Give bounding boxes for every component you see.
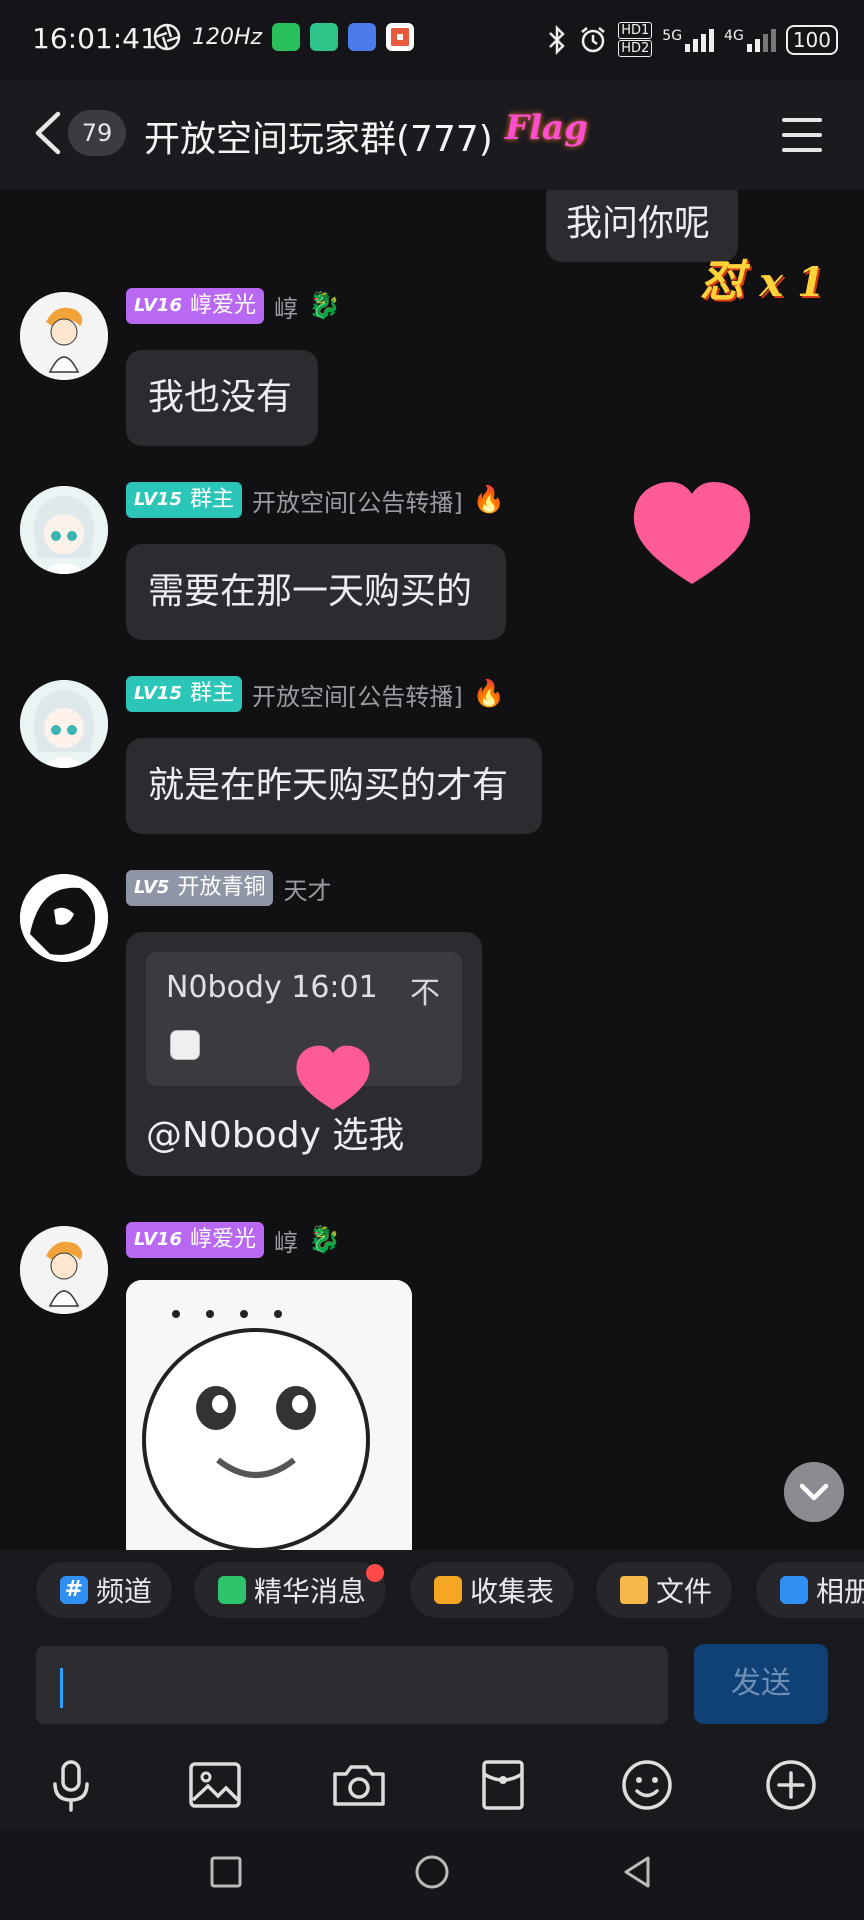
record-app-icon: [386, 23, 415, 51]
level-badge: LV15 群主: [126, 676, 242, 712]
hash-icon: #: [60, 1576, 88, 1604]
microphone-icon[interactable]: [40, 1754, 102, 1816]
back-icon[interactable]: [618, 1852, 658, 1892]
bluetooth-icon: [549, 24, 565, 55]
sender-name[interactable]: 开放空间[公告转播]: [252, 483, 463, 518]
file-chip[interactable]: 文件: [596, 1562, 733, 1618]
text-caret: [60, 1668, 63, 1708]
refresh-rate: 120Hz: [192, 24, 263, 50]
alarm-icon: [581, 26, 605, 52]
avatar[interactable]: [20, 874, 108, 962]
sticker-image[interactable]: [126, 1280, 412, 1550]
send-button[interactable]: 发送: [694, 1644, 828, 1724]
recent-apps-icon[interactable]: [206, 1852, 246, 1892]
quote-sender: N0body 16:01: [166, 970, 378, 1005]
message-input[interactable]: [36, 1646, 668, 1724]
gallery-app-icon: [348, 23, 377, 51]
avatar[interactable]: [20, 292, 108, 380]
wechat-icon: [272, 23, 301, 51]
fire-icon: 🔥: [472, 679, 506, 709]
message-app-icon: [310, 23, 339, 51]
clipboard-icon: [434, 1576, 462, 1604]
channel-chip[interactable]: # 频道: [36, 1562, 173, 1618]
quick-tools-bar: # 频道 精华消息 收集表 文件 相册: [0, 1550, 864, 1630]
status-time: 16:01:41: [32, 22, 158, 55]
fire-icon: 🔥: [472, 485, 506, 515]
essence-chip[interactable]: 精华消息: [194, 1562, 387, 1618]
signal-4g: 4G: [724, 28, 776, 52]
heart-effect-icon: [633, 482, 751, 584]
signal-bars-icon: [746, 28, 776, 52]
flag-sticker: Flag: [505, 108, 588, 148]
composer: 发送: [0, 1630, 864, 1740]
signal-bars-icon: [685, 28, 715, 52]
essence-icon: [218, 1576, 246, 1604]
folder-icon: [620, 1576, 648, 1604]
form-chip[interactable]: 收集表: [410, 1562, 575, 1618]
level-badge: LV16 崞爱光: [126, 288, 264, 324]
emoji-icon[interactable]: [616, 1754, 678, 1816]
album-icon: [780, 1576, 808, 1604]
scroll-to-bottom-button[interactable]: [784, 1462, 844, 1522]
message-meta: LV16 崞爱光 崞 🐉: [126, 1222, 340, 1258]
chat-header: 79 开放空间玩家群(777) Flag: [0, 80, 864, 190]
sender-name[interactable]: 天才: [283, 871, 331, 906]
message-meta: LV16 崞爱光 崞 🐉: [126, 288, 340, 324]
dragon-icon: 🐉: [308, 1225, 341, 1255]
quote-pin-icon: 不: [410, 976, 440, 1011]
menu-icon[interactable]: [782, 118, 822, 152]
status-right-icons: HD1 HD2 5G 4G 100: [546, 22, 838, 57]
avatar[interactable]: [20, 1226, 108, 1314]
notification-dot: [366, 1564, 384, 1582]
avatar[interactable]: [20, 680, 108, 768]
album-chip[interactable]: 相册: [756, 1562, 864, 1618]
red-packet-icon[interactable]: [472, 1754, 534, 1816]
message-bubble[interactable]: 需要在那一天购买的: [126, 544, 506, 640]
camera-icon[interactable]: [328, 1754, 390, 1816]
back-arrow-icon[interactable]: [28, 108, 68, 158]
sender-name[interactable]: 崞: [274, 289, 298, 324]
home-icon[interactable]: [412, 1852, 452, 1892]
unread-count-badge[interactable]: 79: [68, 110, 126, 156]
dice-icon: [170, 1030, 200, 1060]
chat-title[interactable]: 开放空间玩家群(777): [144, 110, 493, 162]
reaction-sticker[interactable]: 怼 x 1: [700, 245, 825, 309]
status-bar: 16:01:41 120Hz HD1 HD2 5G 4G 100: [0, 0, 864, 80]
level-badge: LV5 开放青铜: [126, 870, 274, 906]
image-icon[interactable]: [184, 1754, 246, 1816]
sender-name[interactable]: 崞: [274, 1223, 298, 1258]
message-meta: LV15 群主 开放空间[公告转播] 🔥: [126, 676, 505, 712]
message-text: @N0body 选我: [146, 1115, 405, 1156]
aperture-icon: [153, 23, 181, 51]
plus-icon[interactable]: [760, 1754, 822, 1816]
message-bubble[interactable]: 我也没有: [126, 350, 318, 446]
status-left-icons: 120Hz: [152, 22, 415, 52]
system-nav-bar: [0, 1830, 864, 1920]
level-badge: LV16 崞爱光: [126, 1222, 264, 1258]
message-list[interactable]: 我问你呢 怼 x 1 LV16 崞爱光 崞 🐉 我也没有 LV15 群主 开放空间[…: [0, 190, 864, 1550]
avatar[interactable]: [20, 486, 108, 574]
message-bubble[interactable]: 就是在昨天购买的才有: [126, 738, 542, 834]
level-badge: LV15 群主: [126, 482, 242, 518]
input-actions-bar: [0, 1740, 864, 1830]
message-meta: LV15 群主 开放空间[公告转播] 🔥: [126, 482, 505, 518]
signal-5g: 5G: [662, 28, 715, 52]
battery-level: 100: [785, 24, 838, 55]
dragon-icon: 🐉: [308, 291, 341, 321]
sender-name[interactable]: 开放空间[公告转播]: [252, 677, 463, 712]
hd-badges: HD1 HD2: [618, 22, 653, 57]
message-meta: LV5 开放青铜 天才: [126, 870, 331, 906]
heart-effect-icon: [296, 1045, 370, 1110]
